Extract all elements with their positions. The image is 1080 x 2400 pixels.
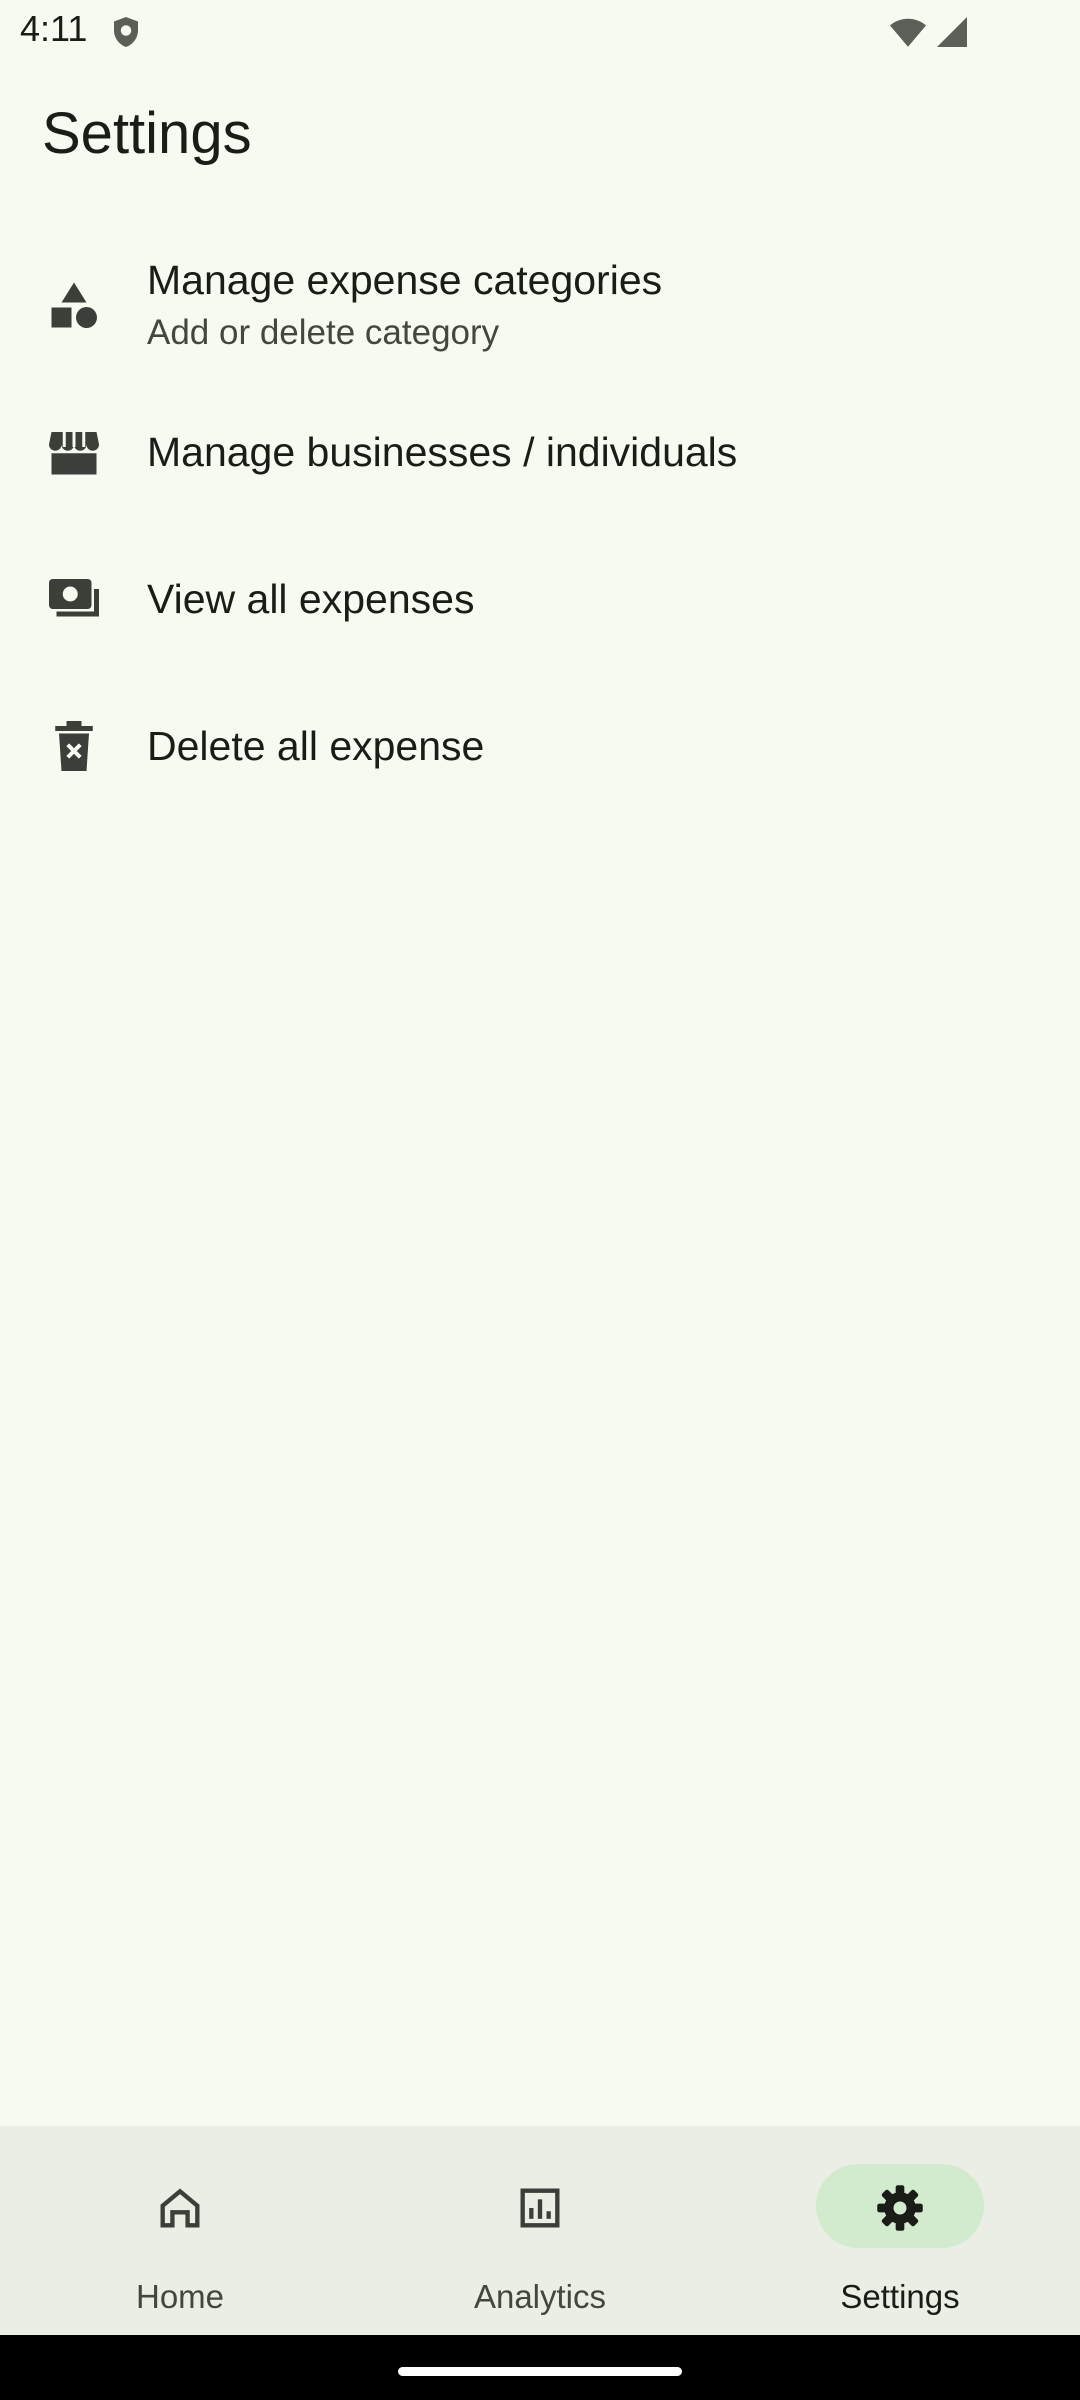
- signal-icon: [937, 17, 967, 47]
- system-navigation-bar: [0, 2335, 1080, 2400]
- shield-icon: [114, 17, 138, 47]
- nav-analytics[interactable]: Analytics: [360, 2126, 720, 2335]
- settings-list: Manage expense categories Add or delete …: [0, 232, 1080, 819]
- nav-label: Home: [135, 2278, 225, 2315]
- nav-home[interactable]: Home: [0, 2126, 360, 2335]
- settings-item-label: Manage businesses / individuals: [147, 428, 738, 475]
- status-time: 4:11: [20, 8, 88, 49]
- wifi-icon: [890, 18, 926, 47]
- storefront-icon: [49, 431, 99, 474]
- settings-item-label: Delete all expense: [147, 722, 485, 769]
- manage-businesses-item[interactable]: Manage businesses / individuals: [0, 378, 1080, 525]
- analytics-icon: [520, 2188, 560, 2228]
- payments-icon: [49, 578, 99, 616]
- settings-item-sublabel: Add or delete category: [147, 313, 500, 352]
- nav-settings[interactable]: Settings: [720, 2126, 1080, 2335]
- settings-item-label: View all expenses: [147, 575, 475, 622]
- delete-expenses-item[interactable]: Delete all expense: [0, 672, 1080, 819]
- status-bar: 4:11: [0, 0, 1080, 64]
- settings-gear-icon: [877, 2185, 923, 2231]
- settings-item-label: Manage expense categories: [147, 257, 663, 303]
- manage-categories-item[interactable]: Manage expense categories Add or delete …: [0, 232, 1080, 378]
- bottom-navigation: Home Analytics Settings: [0, 2126, 1080, 2335]
- view-expenses-item[interactable]: View all expenses: [0, 525, 1080, 672]
- home-gesture-handle[interactable]: [398, 2367, 682, 2376]
- shapes-icon: [51, 282, 97, 328]
- nav-label: Settings: [840, 2278, 960, 2315]
- page-title: Settings: [42, 101, 252, 166]
- delete-forever-icon: [55, 720, 93, 771]
- nav-label: Analytics: [473, 2278, 607, 2315]
- home-icon: [160, 2188, 200, 2228]
